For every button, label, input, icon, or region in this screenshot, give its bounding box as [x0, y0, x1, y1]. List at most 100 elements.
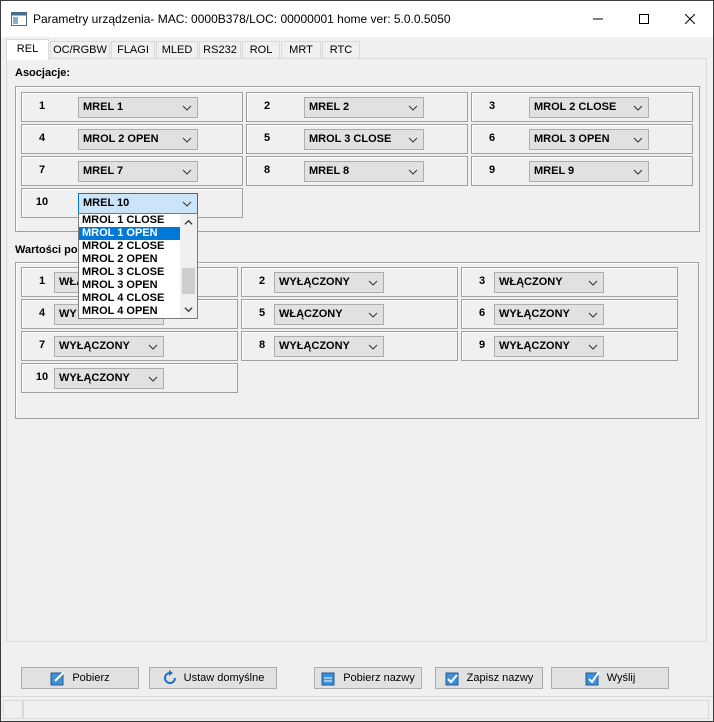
dropdown-option[interactable]: MROL 3 OPEN	[79, 279, 181, 292]
association-number: 5	[263, 132, 271, 144]
tab-mled[interactable]: MLED	[156, 41, 198, 59]
zapisz-nazwy-label: Zapisz nazwy	[466, 672, 534, 684]
value-select-6[interactable]: WYŁĄCZONY	[494, 304, 604, 325]
association-select-6[interactable]: MROL 3 OPEN	[529, 129, 649, 150]
close-button[interactable]	[667, 1, 713, 37]
dropdown-option[interactable]: MROL 1 CLOSE	[79, 214, 181, 227]
select-value: WYŁĄCZONY	[499, 340, 570, 352]
association-select-7[interactable]: MREL 7	[78, 161, 198, 182]
window-title: Parametry urządzenia- MAC: 0000B378/LOC:…	[33, 12, 451, 26]
associations-label: Asocjacje:	[15, 67, 71, 79]
device-parameters-window: Parametry urządzenia- MAC: 0000B378/LOC:…	[0, 0, 714, 722]
pobierz-nazwy-label: Pobierz nazwy	[343, 672, 415, 684]
dropdown-option[interactable]: MROL 2 CLOSE	[79, 240, 181, 253]
tab-oc-rgbw[interactable]: OC/RGBW	[50, 41, 110, 59]
association-dropdown-list[interactable]: MROL 1 CLOSE MROL 1 OPEN MROL 2 CLOSE MR…	[78, 213, 198, 319]
dropdown-option[interactable]: MROL 4 OPEN	[79, 305, 181, 318]
wyslij-button[interactable]: Wyślij	[551, 667, 669, 689]
association-cell-6: 6 MROL 3 OPEN	[471, 124, 693, 154]
value-select-8[interactable]: WYŁĄCZONY	[274, 336, 384, 357]
chevron-down-icon	[633, 137, 643, 143]
chevron-down-icon	[408, 137, 418, 143]
association-select-2[interactable]: MREL 2	[304, 97, 424, 118]
dropdown-option[interactable]: MROL 3 CLOSE	[79, 266, 181, 279]
dropdown-option[interactable]: MROL 2 OPEN	[79, 253, 181, 266]
association-select-4[interactable]: MROL 2 OPEN	[78, 129, 198, 150]
minimize-icon	[593, 18, 603, 20]
value-select-7[interactable]: WYŁĄCZONY	[54, 336, 164, 357]
association-number: 10	[35, 196, 49, 208]
chevron-up-icon[interactable]	[184, 218, 193, 227]
chevron-down-icon	[182, 201, 192, 207]
tab-rs232[interactable]: RS232	[199, 41, 241, 59]
app-icon	[11, 12, 27, 26]
select-value: MROL 2 OPEN	[83, 133, 159, 145]
value-select-5[interactable]: WŁĄCZONY	[274, 304, 384, 325]
ustaw-domyslne-button[interactable]: Ustaw domyślne	[149, 667, 277, 689]
send-icon	[585, 671, 600, 686]
select-value: WYŁĄCZONY	[59, 372, 130, 384]
refresh-icon	[163, 670, 176, 684]
chevron-down-icon	[182, 169, 192, 175]
dropdown-option[interactable]: MROL 4 CLOSE	[79, 292, 181, 305]
association-cell-8: 8 MREL 8	[246, 156, 468, 186]
association-cell-2: 2 MREL 2	[246, 92, 468, 122]
status-segment	[3, 700, 23, 719]
dropdown-option-highlighted[interactable]: MROL 1 OPEN	[79, 227, 181, 240]
pobierz-button[interactable]: Pobierz	[21, 667, 139, 689]
association-select-1[interactable]: MREL 1	[78, 97, 198, 118]
value-cell-10: 10 WYŁĄCZONY	[21, 363, 238, 393]
association-cell-4: 4 MROL 2 OPEN	[21, 124, 243, 154]
association-select-3[interactable]: MROL 2 CLOSE	[529, 97, 649, 118]
value-cell-6: 6 WYŁĄCZONY	[461, 299, 678, 329]
value-cell-7: 7 WYŁĄCZONY	[21, 331, 238, 361]
association-number: 9	[488, 164, 496, 176]
chevron-down-icon[interactable]	[184, 305, 193, 314]
ustaw-domyslne-label: Ustaw domyślne	[183, 672, 265, 684]
association-number: 6	[488, 132, 496, 144]
tab-mrt[interactable]: MRT	[281, 41, 321, 59]
edit-icon	[50, 671, 66, 686]
maximize-button[interactable]	[621, 1, 667, 37]
title-bar[interactable]: Parametry urządzenia- MAC: 0000B378/LOC:…	[1, 1, 713, 37]
chevron-down-icon	[182, 105, 192, 111]
value-select-3[interactable]: WŁĄCZONY	[494, 272, 604, 293]
select-value: WŁĄCZONY	[499, 276, 563, 288]
chevron-down-icon	[148, 376, 158, 382]
chevron-down-icon	[588, 280, 598, 286]
chevron-down-icon	[368, 280, 378, 286]
association-cell-3: 3 MROL 2 CLOSE	[471, 92, 693, 122]
value-cell-8: 8 WYŁĄCZONY	[241, 331, 458, 361]
association-select-5[interactable]: MROL 3 CLOSE	[304, 129, 424, 150]
tab-rol[interactable]: ROL	[242, 41, 280, 59]
association-number: 7	[38, 164, 46, 176]
association-select-8[interactable]: MREL 8	[304, 161, 424, 182]
minimize-button[interactable]	[575, 1, 621, 37]
pobierz-nazwy-button[interactable]: Pobierz nazwy	[314, 667, 422, 689]
scrollbar-thumb[interactable]	[182, 268, 195, 294]
association-cell-9: 9 MREL 9	[471, 156, 693, 186]
chevron-down-icon	[368, 312, 378, 318]
association-select-10[interactable]: MREL 10	[78, 193, 198, 214]
value-select-9[interactable]: WYŁĄCZONY	[494, 336, 604, 357]
tab-rtc[interactable]: RTC	[322, 41, 360, 59]
tab-flagi[interactable]: FLAGI	[111, 41, 155, 59]
chevron-down-icon	[182, 137, 192, 143]
dropdown-scrollbar[interactable]	[180, 214, 197, 318]
zapisz-nazwy-button[interactable]: Zapisz nazwy	[435, 667, 543, 689]
pobierz-label: Pobierz	[72, 672, 110, 684]
select-value: MREL 8	[309, 165, 350, 177]
tab-rel[interactable]: REL	[6, 39, 49, 60]
select-value: MREL 2	[309, 101, 350, 113]
value-select-2[interactable]: WYŁĄCZONY	[274, 272, 384, 293]
value-select-10[interactable]: WYŁĄCZONY	[54, 368, 164, 389]
association-select-9[interactable]: MREL 9	[529, 161, 649, 182]
association-number: 1	[38, 100, 46, 112]
association-cell-7: 7 MREL 7	[21, 156, 243, 186]
select-value: WŁĄCZONY	[279, 308, 343, 320]
status-bar	[1, 696, 713, 721]
chevron-down-icon	[633, 169, 643, 175]
status-segment	[23, 700, 709, 719]
select-value: MREL 7	[83, 165, 124, 177]
select-value: WYŁĄCZONY	[499, 308, 570, 320]
